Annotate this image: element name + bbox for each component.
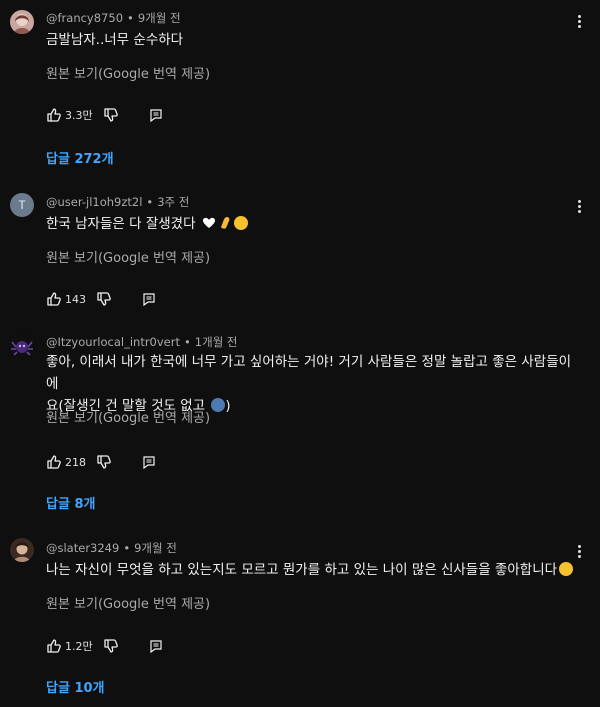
white-heart-icon — [202, 215, 216, 229]
timestamp[interactable]: 9개월 전 — [134, 541, 177, 555]
comment-meta: @slater3249 • 9개월 전 — [46, 541, 177, 555]
comment-actions: 1.2만 — [46, 637, 163, 655]
comment-text-content: 한국 남자들은 다 잘생겼다 — [46, 216, 196, 232]
comment-actions: 218 — [46, 453, 156, 471]
view-replies-button[interactable]: 답글 272개 — [46, 148, 114, 167]
comment-text: 금발남자..너무 순수하다 — [46, 32, 184, 48]
author-handle[interactable]: @user-jl1oh9zt2l — [46, 195, 142, 209]
comment-text-line: 좋아, 이래서 내가 한국에 너무 가고 싶어하는 거야! 거기 사람들은 정말… — [46, 354, 572, 392]
view-replies-button[interactable]: 답글 8개 — [46, 493, 95, 512]
see-original-link[interactable]: 원본 보기(Google 번역 제공) — [46, 407, 210, 426]
comment-meta: @francy8750 • 9개월 전 — [46, 11, 181, 25]
thumbs-up-icon[interactable] — [46, 291, 62, 307]
reply-icon[interactable] — [142, 455, 156, 469]
comment-text: 한국 남자들은 다 잘생겼다 — [46, 213, 566, 235]
more-options-icon[interactable] — [572, 542, 586, 560]
author-handle[interactable]: @Itzyourlocal_intr0vert — [46, 335, 180, 349]
reply-icon[interactable] — [149, 108, 163, 122]
timestamp[interactable]: 1개월 전 — [195, 335, 238, 349]
avatar[interactable] — [10, 538, 34, 562]
thumbs-down-icon[interactable] — [96, 291, 112, 307]
thumbs-up-icon[interactable] — [46, 107, 62, 123]
see-original-link[interactable]: 원본 보기(Google 번역 제공) — [46, 593, 210, 612]
thumbs-up-icon[interactable] — [46, 638, 62, 654]
thumbs-up-icon[interactable] — [46, 454, 62, 470]
author-handle[interactable]: @francy8750 — [46, 11, 123, 25]
author-handle[interactable]: @slater3249 — [46, 541, 119, 555]
thumbs-down-icon[interactable] — [103, 638, 119, 654]
comment-actions: 3.3만 — [46, 106, 163, 124]
like-count: 143 — [65, 292, 86, 306]
avatar[interactable] — [10, 10, 34, 34]
grinning-face-icon — [559, 562, 574, 576]
like-count: 3.3만 — [65, 109, 93, 122]
comment-meta: @Itzyourlocal_intr0vert • 1개월 전 — [46, 335, 238, 349]
comment-meta: @user-jl1oh9zt2l • 3주 전 — [46, 195, 190, 209]
pinched-fingers-icon — [218, 215, 232, 229]
see-original-link[interactable]: 원본 보기(Google 번역 제공) — [46, 63, 210, 82]
timestamp[interactable]: 9개월 전 — [138, 11, 181, 25]
like-count: 218 — [65, 455, 86, 469]
smiling-face-icon — [233, 216, 248, 230]
more-options-icon[interactable] — [572, 197, 586, 215]
thumbs-down-icon[interactable] — [103, 107, 119, 123]
comment-actions: 143 — [46, 290, 156, 308]
see-original-link[interactable]: 원본 보기(Google 번역 제공) — [46, 247, 210, 266]
avatar[interactable] — [10, 334, 34, 358]
view-replies-button[interactable]: 답글 10개 — [46, 677, 105, 696]
reply-icon[interactable] — [142, 292, 156, 306]
avatar[interactable]: T — [10, 193, 34, 217]
blue-face-icon — [211, 398, 226, 412]
comment-text-content: 나는 자신이 무엇을 하고 있는지도 모르고 뭔가를 하고 있는 나이 많은 신… — [46, 562, 558, 578]
comment-text: 나는 자신이 무엇을 하고 있는지도 모르고 뭔가를 하고 있는 나이 많은 신… — [46, 559, 576, 581]
reply-icon[interactable] — [149, 639, 163, 653]
like-count: 1.2만 — [65, 640, 93, 653]
more-options-icon[interactable] — [572, 12, 586, 30]
thumbs-down-icon[interactable] — [96, 454, 112, 470]
timestamp[interactable]: 3주 전 — [157, 195, 189, 209]
